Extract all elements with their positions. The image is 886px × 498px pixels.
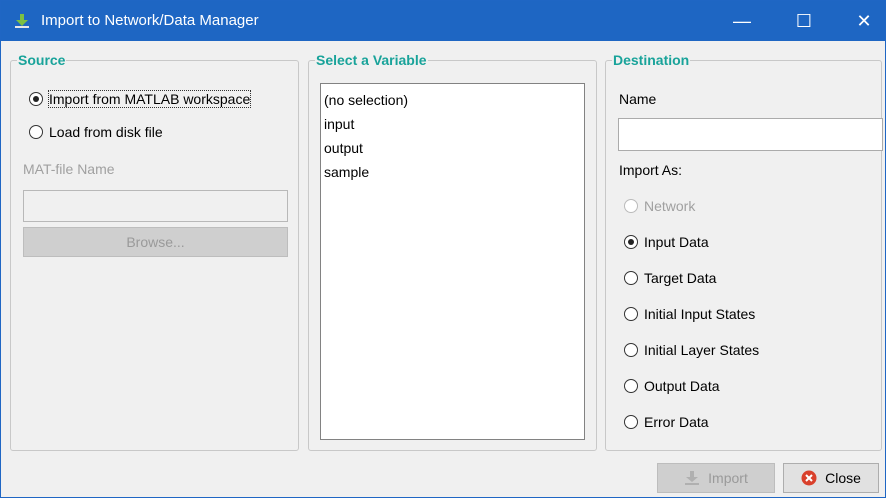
browse-button[interactable]: Browse... [23,227,288,257]
radio-icon [29,125,43,139]
matfile-name-input[interactable] [24,191,287,221]
network-radio[interactable]: Network [624,198,695,214]
variable-listbox[interactable]: (no selection) input output sample [320,83,585,440]
radio-label: Import from MATLAB workspace [47,90,252,108]
radio-label: Input Data [644,234,709,250]
list-item[interactable]: output [321,137,584,161]
source-legend: Source [17,52,67,68]
radio-icon [624,415,638,429]
import-as-label: Import As: [619,162,683,178]
load-from-disk-radio[interactable]: Load from disk file [29,124,163,140]
radio-label: Initial Layer States [644,342,760,358]
radio-icon [624,307,638,321]
import-from-workspace-radio[interactable]: Import from MATLAB workspace [29,90,252,108]
radio-icon [624,271,638,285]
destination-group: Destination Name Import As: Network Inpu… [605,52,883,451]
import-button[interactable]: Import [657,463,775,493]
list-item[interactable]: (no selection) [321,89,584,113]
maximize-button[interactable]: ☐ [781,1,827,41]
radio-label: Network [644,198,696,214]
radio-label: Load from disk file [49,124,163,140]
initial-layer-states-radio[interactable]: Initial Layer States [624,342,759,358]
select-variable-legend: Select a Variable [315,52,428,68]
error-data-radio[interactable]: Error Data [624,414,709,430]
window-title: Import to Network/Data Manager [41,12,259,29]
close-button-label: Close [825,470,861,486]
source-group: Source Import from MATLAB workspace Load… [10,52,299,451]
input-data-radio[interactable]: Input Data [624,234,709,250]
radio-label: Target Data [644,270,717,286]
browse-button-label: Browse... [126,234,185,250]
maximize-icon: ☐ [795,11,813,31]
matfile-name-field[interactable] [23,190,288,222]
name-label: Name [619,91,657,107]
radio-icon-disabled [624,199,638,213]
radio-icon [624,343,638,357]
import-icon [684,470,700,486]
matfile-name-label: MAT-file Name [23,161,115,177]
radio-label: Output Data [644,378,720,394]
destination-name-input[interactable] [619,119,882,150]
minimize-button[interactable]: — [719,1,765,41]
app-import-icon [13,13,31,29]
radio-icon-checked [624,235,638,249]
import-button-label: Import [708,470,748,486]
destination-name-field[interactable] [618,118,883,151]
import-dialog-window: Import to Network/Data Manager — ☐ ✕ Sou… [0,0,886,498]
minimize-icon: — [733,11,751,31]
close-icon: ✕ [856,11,872,31]
initial-input-states-radio[interactable]: Initial Input States [624,306,755,322]
list-item[interactable]: sample [321,161,584,185]
output-data-radio[interactable]: Output Data [624,378,720,394]
radio-icon [624,379,638,393]
close-window-button[interactable]: ✕ [841,1,886,41]
close-circle-icon [801,470,817,486]
title-bar[interactable]: Import to Network/Data Manager — ☐ ✕ [1,1,885,41]
destination-legend: Destination [612,52,691,68]
radio-icon-checked [29,92,43,106]
select-variable-group: Select a Variable (no selection) input o… [308,52,597,451]
target-data-radio[interactable]: Target Data [624,270,716,286]
list-item[interactable]: input [321,113,584,137]
radio-label: Initial Input States [644,306,756,322]
radio-label: Error Data [644,414,709,430]
close-button[interactable]: Close [783,463,879,493]
